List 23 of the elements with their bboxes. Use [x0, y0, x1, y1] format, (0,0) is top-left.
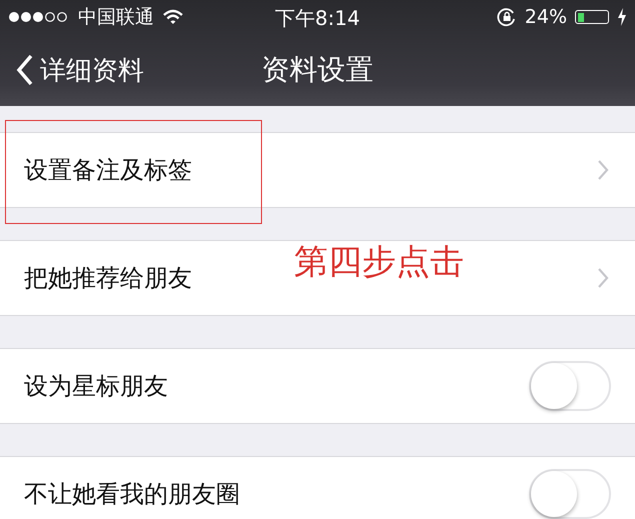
- nav-title: 资料设置: [262, 52, 374, 88]
- toggle-switch[interactable]: [529, 469, 611, 519]
- wifi-icon: [162, 9, 184, 25]
- status-time: 下午8:14: [275, 5, 360, 32]
- annotation-text: 第四步点击: [294, 241, 464, 284]
- settings-row[interactable]: 设为星标朋友: [0, 349, 635, 423]
- back-chevron-icon: [16, 54, 34, 86]
- battery-icon: [575, 10, 609, 24]
- battery-percent: 24%: [524, 6, 567, 28]
- chevron-icon: [597, 159, 609, 181]
- chevron-icon: [597, 267, 609, 289]
- rotation-lock-icon: [496, 7, 517, 27]
- settings-row[interactable]: 把她推荐给朋友 第四步点击: [0, 241, 635, 315]
- toggle-switch[interactable]: [529, 361, 611, 411]
- row-label: 设置备注及标签: [24, 155, 192, 186]
- settings-row[interactable]: 设置备注及标签: [0, 133, 635, 207]
- settings-row[interactable]: 不让她看我的朋友圈: [0, 457, 635, 519]
- row-label: 把她推荐给朋友: [24, 263, 192, 294]
- row-label: 不让她看我的朋友圈: [24, 479, 240, 510]
- row-label: 设为星标朋友: [24, 371, 168, 402]
- back-button[interactable]: 详细资料: [0, 52, 144, 88]
- signal-icon: [8, 10, 70, 24]
- carrier-name: 中国联通: [78, 5, 154, 30]
